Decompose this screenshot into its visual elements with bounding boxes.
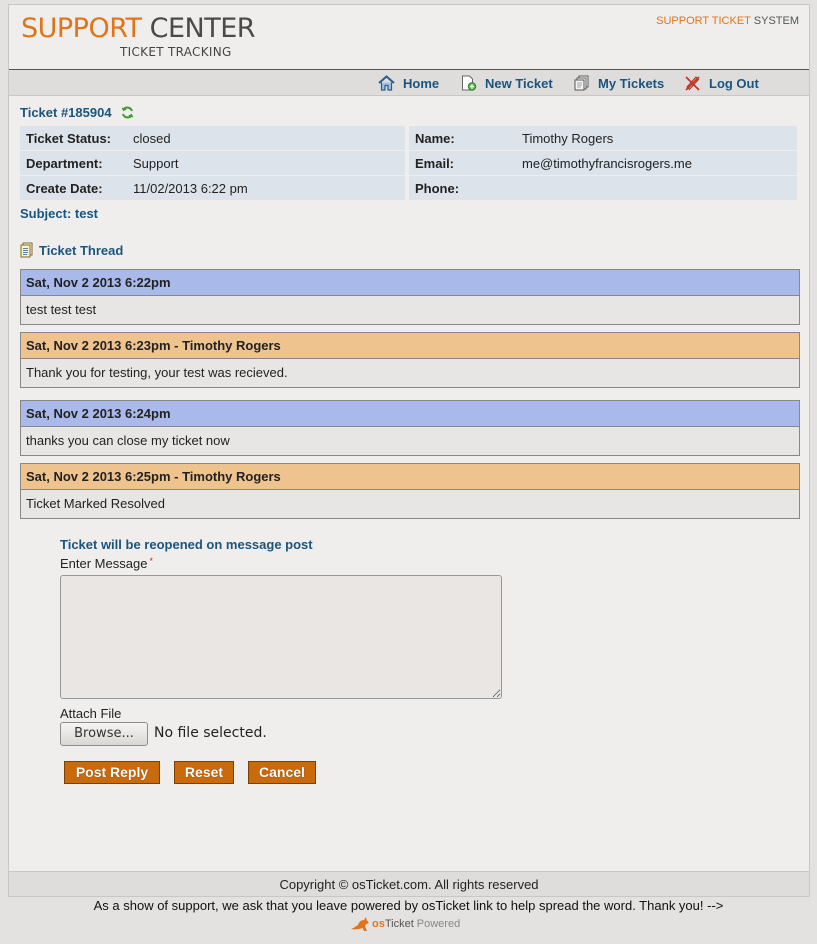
thread-entry-body: thanks you can close my ticket now bbox=[21, 427, 799, 455]
powered-by-link[interactable]: os Ticket Powered bbox=[350, 916, 460, 932]
thread-entry: Sat, Nov 2 2013 6:24pm thanks you can cl… bbox=[20, 400, 800, 456]
thread-entry-body: Thank you for testing, your test was rec… bbox=[21, 359, 799, 387]
nav-home-label: Home bbox=[403, 75, 440, 91]
page-container: SUPPORT CENTER TICKET TRACKING SUPPORT T… bbox=[8, 4, 810, 897]
status-label: Ticket Status: bbox=[20, 126, 127, 151]
system-title: SUPPORT TICKET SYSTEM bbox=[656, 15, 799, 27]
create-date-label: Create Date: bbox=[20, 176, 127, 201]
kangaroo-logo-icon bbox=[351, 917, 369, 931]
contact-info-table: Name: Timothy Rogers Email: me@timothyfr… bbox=[409, 126, 797, 201]
logo-subtitle: TICKET TRACKING bbox=[120, 45, 232, 59]
nav-home[interactable]: Home bbox=[378, 75, 439, 91]
logo-word-support: SUPPORT bbox=[21, 13, 142, 44]
nav-new-ticket-label: New Ticket bbox=[485, 75, 553, 91]
info-row-create-date: Create Date: 11/02/2013 6:22 pm bbox=[20, 176, 405, 201]
info-row-status: Ticket Status: closed bbox=[20, 126, 405, 151]
refresh-icon[interactable] bbox=[121, 106, 134, 119]
top-nav: Home New Ticket My Tickets Log Out bbox=[9, 69, 809, 96]
name-label: Name: bbox=[409, 126, 516, 151]
system-title-orange: SUPPORT TICKET bbox=[656, 15, 751, 27]
thread-title: Ticket Thread bbox=[20, 242, 123, 258]
info-row-phone: Phone: bbox=[409, 176, 797, 201]
thread-entry: Sat, Nov 2 2013 6:22pm test test test bbox=[20, 269, 800, 325]
phone-value bbox=[516, 176, 797, 201]
message-textarea[interactable] bbox=[60, 575, 502, 699]
logo[interactable]: SUPPORT CENTER bbox=[21, 13, 256, 45]
department-value: Support bbox=[127, 151, 405, 176]
reopen-notice: Ticket will be reopened on message post bbox=[60, 537, 313, 552]
message-label: Enter Message * bbox=[60, 556, 153, 571]
powered-ticket: Ticket bbox=[384, 918, 414, 930]
system-title-gray: SYSTEM bbox=[753, 15, 799, 27]
home-icon bbox=[378, 75, 395, 91]
header: SUPPORT CENTER TICKET TRACKING SUPPORT T… bbox=[9, 5, 809, 70]
required-mark: * bbox=[149, 556, 153, 566]
attach-file-label: Attach File bbox=[60, 706, 122, 721]
name-value: Timothy Rogers bbox=[516, 126, 797, 151]
thread-entry-body: test test test bbox=[21, 296, 799, 324]
nav-log-out-label: Log Out bbox=[709, 75, 759, 91]
powered-word: Powered bbox=[416, 918, 461, 930]
browse-button[interactable]: Browse... bbox=[60, 722, 148, 746]
ticket-title: Ticket #185904 bbox=[20, 105, 134, 120]
copyright: Copyright © osTicket.com. All rights res… bbox=[9, 871, 809, 896]
email-value: me@timothyfrancisrogers.me bbox=[516, 151, 797, 176]
post-reply-button[interactable]: Post Reply bbox=[64, 761, 160, 784]
thread-entry-header: Sat, Nov 2 2013 6:23pm - Timothy Rogers bbox=[21, 333, 799, 359]
nav-my-tickets[interactable]: My Tickets bbox=[573, 75, 664, 91]
thread-entry: Sat, Nov 2 2013 6:25pm - Timothy Rogers … bbox=[20, 463, 800, 519]
nav-my-tickets-label: My Tickets bbox=[598, 75, 665, 91]
new-ticket-icon bbox=[462, 75, 477, 91]
thread-entry-header: Sat, Nov 2 2013 6:22pm bbox=[21, 270, 799, 296]
cancel-button[interactable]: Cancel bbox=[248, 761, 316, 784]
thread-entry-header: Sat, Nov 2 2013 6:24pm bbox=[21, 401, 799, 427]
ticket-number[interactable]: Ticket #185904 bbox=[20, 105, 112, 120]
thread-entry-body: Ticket Marked Resolved bbox=[21, 490, 799, 518]
info-row-name: Name: Timothy Rogers bbox=[409, 126, 797, 151]
file-status: No file selected. bbox=[154, 725, 267, 741]
department-label: Department: bbox=[20, 151, 127, 176]
thread-icon bbox=[20, 242, 33, 258]
message-label-text: Enter Message bbox=[60, 556, 148, 571]
ticket-info-table: Ticket Status: closed Department: Suppor… bbox=[20, 126, 405, 201]
info-row-department: Department: Support bbox=[20, 151, 405, 176]
email-label: Email: bbox=[409, 151, 516, 176]
support-note: As a show of support, we ask that you le… bbox=[93, 898, 724, 913]
thread-entry: Sat, Nov 2 2013 6:23pm - Timothy Rogers … bbox=[20, 332, 800, 388]
logo-word-center: CENTER bbox=[149, 13, 256, 44]
my-tickets-icon bbox=[574, 75, 589, 91]
info-row-email: Email: me@timothyfrancisrogers.me bbox=[409, 151, 797, 176]
phone-label: Phone: bbox=[409, 176, 516, 201]
ticket-subject: Subject: test bbox=[20, 206, 99, 221]
reset-button[interactable]: Reset bbox=[174, 761, 234, 784]
nav-log-out[interactable]: Log Out bbox=[684, 75, 759, 91]
thread-entry-header: Sat, Nov 2 2013 6:25pm - Timothy Rogers bbox=[21, 464, 799, 490]
create-date-value: 11/02/2013 6:22 pm bbox=[127, 176, 405, 201]
log-out-icon bbox=[685, 76, 700, 91]
nav-new-ticket[interactable]: New Ticket bbox=[460, 75, 553, 91]
thread-title-label: Ticket Thread bbox=[39, 242, 124, 258]
powered-os: os bbox=[372, 918, 385, 930]
status-value: closed bbox=[127, 126, 405, 151]
